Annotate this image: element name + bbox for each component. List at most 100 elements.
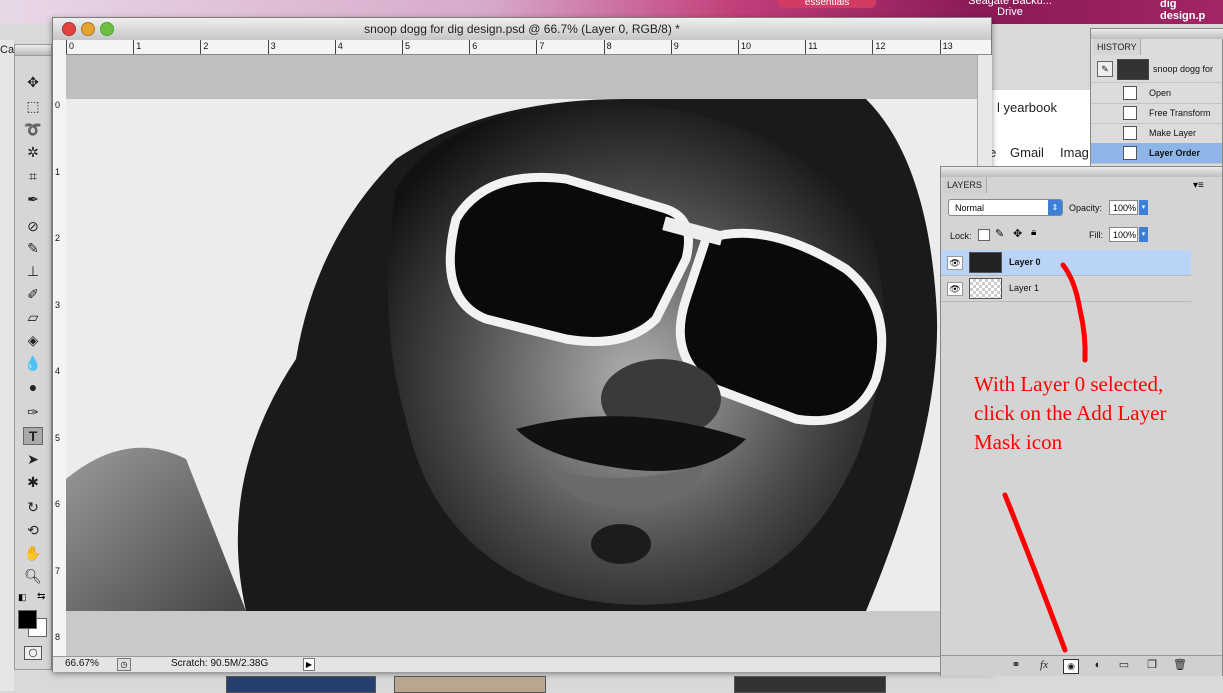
opacity-dropdown-icon[interactable]: ▾ [1139,200,1148,215]
type-tool-icon[interactable]: T [23,427,43,445]
history-step-icon [1123,86,1137,100]
ruler-vertical[interactable]: 0 1 2 3 4 5 6 7 8 [53,54,67,658]
ruler-tick [536,40,538,54]
new-layer-icon[interactable]: ❐ [1145,659,1159,672]
quick-mask-icon[interactable]: ◯ [24,646,42,660]
ruler-tick [670,40,672,54]
clone-stamp-tool-icon[interactable]: ⊥ [23,262,43,280]
ruler-tick [66,40,67,54]
opacity-field[interactable]: 100% [1109,200,1138,215]
ruler-tick-label: 9 [673,41,679,51]
history-brush-tool-icon[interactable]: ✐ [23,285,43,303]
browser-bookmark-yearbook[interactable]: l yearbook [997,100,1057,115]
document-titlebar[interactable]: snoop dogg for dig design.psd @ 66.7% (L… [53,18,991,41]
layers-panel-header[interactable] [941,167,1222,177]
trash-icon[interactable]: 🗑︎ [1173,659,1187,672]
essentials-badge[interactable]: essentials [778,0,876,8]
ruler-tick-label: 5 [405,41,411,51]
lock-all-icon[interactable]: 🔒︎ [1031,227,1036,238]
default-colors-icon[interactable]: ◧ [18,592,27,603]
background-window-text: Ca [0,44,15,56]
foreground-color-swatch[interactable] [18,610,37,629]
blend-mode-value: Normal [955,203,985,213]
tab-layers[interactable]: LAYERS [943,177,987,193]
dock-thumbnail[interactable] [734,676,886,693]
tools-panel-header[interactable] [15,45,51,56]
history-item-label: Free Transform [1149,108,1211,118]
paint-bucket-tool-icon[interactable]: ◈ [23,331,43,349]
background-window-strip [0,40,14,691]
fill-field[interactable]: 100% [1109,227,1138,242]
document-window: snoop dogg for dig design.psd @ 66.7% (L… [52,17,992,672]
snapshot-thumbnail [1117,59,1149,80]
swap-colors-icon[interactable]: ⇆ [37,591,45,602]
zoom-level[interactable]: 66.67% [65,658,99,669]
hand-tool-icon[interactable]: ✋ [23,544,43,562]
ruler-horizontal[interactable]: 0 1 2 3 4 5 6 7 8 9 10 11 12 13 [66,40,991,55]
ruler-tick-label: 3 [270,41,276,51]
history-snapshot[interactable]: ✎ snoop dogg for [1091,56,1222,83]
dock-thumbnail[interactable] [394,676,546,693]
ruler-tick-label: 6 [55,499,61,509]
blend-mode-select[interactable]: Normal ⇕ [948,199,1063,216]
panel-menu-icon[interactable]: ▾≡ [1193,180,1204,191]
history-item-selected[interactable]: Layer Order [1091,143,1222,164]
ruler-tick [738,40,739,54]
path-selection-tool-icon[interactable]: ➤ [23,450,43,468]
lasso-tool-icon[interactable]: ➰ [23,120,43,138]
dodge-tool-icon[interactable]: ● [23,378,43,396]
tab-history[interactable]: HISTORY [1093,39,1141,55]
custom-shape-tool-icon[interactable]: ✱ [23,473,43,491]
ruler-tick-label: 2 [55,233,61,243]
desktop-file-label[interactable]: dig design.p [1160,0,1223,22]
ruler-tick-label: 7 [55,565,61,576]
ruler-tick-label: 8 [55,632,61,642]
healing-brush-tool-icon[interactable]: ⊘ [23,217,43,235]
canvas-image[interactable] [66,99,977,611]
annotation-stroke-top [1060,262,1088,363]
ruler-tick [805,40,807,54]
lock-brush-icon[interactable]: ✎ [995,227,1004,240]
eraser-tool-icon[interactable]: ▱ [23,308,43,326]
history-item[interactable]: Make Layer [1091,123,1222,144]
ruler-tick [872,40,874,54]
ruler-tick-label: 4 [55,366,61,376]
folder-icon[interactable]: ▭ [1117,659,1131,672]
brush-tool-icon[interactable]: ✎ [23,239,43,257]
history-panel: HISTORY ✎ snoop dogg for Open Free Trans… [1090,28,1223,168]
crop-tool-icon[interactable]: ⌗ [23,167,43,185]
browser-link-images[interactable]: Imag [1060,145,1089,160]
seagate-drive-icon-label[interactable]: Seagate Backu... Drive [965,0,1055,18]
ruler-origin[interactable] [53,40,67,55]
eyedropper-tool-icon[interactable]: ✒ [23,190,43,208]
lock-position-icon[interactable]: ✥ [1013,227,1022,240]
status-menu-arrow-icon[interactable]: ▶ [303,658,315,671]
fill-dropdown-icon[interactable]: ▾ [1139,227,1148,242]
ruler-tick-label: 4 [337,41,343,51]
ruler-tick-label: 12 [875,41,886,51]
blur-tool-icon[interactable]: 💧 [23,354,43,372]
scratch-size: Scratch: 90.5M/2.38G [171,658,269,669]
history-item[interactable]: Free Transform [1091,103,1222,124]
ruler-tick-label: 5 [55,432,61,443]
canvas-top-band [66,55,977,99]
pen-tool-icon[interactable]: ✑ [23,403,43,421]
fill-label: Fill: [1089,230,1103,240]
ruler-tick [334,40,336,54]
3d-orbit-tool-icon[interactable]: ⟲ [23,521,43,539]
history-panel-header[interactable] [1091,29,1223,39]
ruler-tick [133,40,135,54]
ruler-tick-label: 3 [55,299,61,310]
history-item[interactable]: Open [1091,83,1222,104]
zoom-tool-icon[interactable]: 🔍︎ [23,567,43,585]
3d-rotate-tool-icon[interactable]: ↻ [23,498,43,516]
brush-source-icon[interactable]: ✎ [1097,61,1113,77]
marquee-tool-icon[interactable]: ⬚ [23,97,43,115]
opacity-label: Opacity: [1069,203,1103,213]
magic-wand-tool-icon[interactable]: ✲ [23,143,43,161]
ruler-tick [469,40,471,54]
browser-link-gmail[interactable]: Gmail [1010,145,1044,160]
dock-thumbnail[interactable] [226,676,376,693]
status-info-icon[interactable]: ◷ [117,658,131,671]
move-tool-icon[interactable]: ✥ [23,73,43,91]
